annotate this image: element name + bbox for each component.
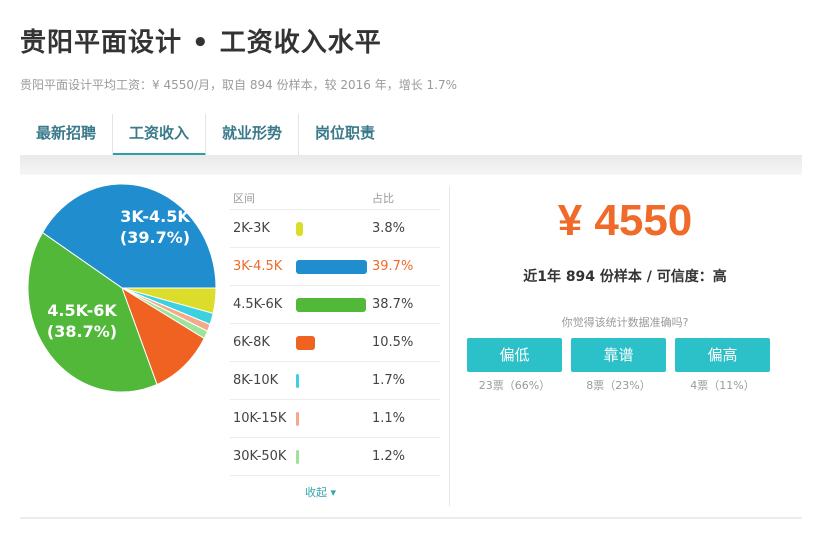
pie-label-pct: (38.7%) <box>46 322 118 341</box>
table-rows: 2K-3K 3.8% 3K-4.5K 39.7% 4.5K-6K 38.7% 6K-8K 10… <box>230 210 440 476</box>
average-salary: ¥ 4550 <box>557 196 693 245</box>
collapse-link[interactable]: 收起 ▾ <box>305 484 336 500</box>
vote-low: 偏低 23票（66%） <box>467 338 562 393</box>
vote-reliable-button[interactable]: 靠谱 <box>571 338 666 372</box>
table-row: 10K-15K 1.1% <box>230 400 440 438</box>
tab-latest-jobs[interactable]: 最新招聘 <box>20 114 114 156</box>
header-pct: 占比 <box>372 191 394 205</box>
row-bar-fill <box>296 259 368 274</box>
row-bar <box>292 259 370 274</box>
row-range: 30K-50K <box>233 449 287 464</box>
page-title: 贵阳平面设计 • 工资收入水平 <box>20 28 382 58</box>
row-bar <box>292 373 370 388</box>
tabs-underline-bar <box>20 155 802 175</box>
vote-high-button[interactable]: 偏高 <box>675 338 770 372</box>
row-bar <box>292 221 370 236</box>
row-pct: 1.1% <box>372 411 406 426</box>
row-pct: 1.7% <box>372 373 406 388</box>
accuracy-question: 你觉得该统计数据准确吗? <box>561 316 689 329</box>
row-range: 2K-3K <box>233 221 270 236</box>
table-header: 区间 占比 <box>230 186 440 210</box>
row-bar-fill <box>296 297 366 312</box>
row-pct: 3.8% <box>372 221 406 236</box>
row-bar <box>292 297 370 312</box>
row-pct: 38.7% <box>372 297 414 312</box>
row-pct: 39.7% <box>372 259 414 274</box>
vote-low-count: 23票（66%） <box>478 379 551 392</box>
vote-high: 偏高 4票（11%） <box>675 338 770 393</box>
pie-label-range: 4.5K-6K <box>47 301 117 320</box>
row-bar-fill <box>296 221 303 236</box>
table-row: 8K-10K 1.7% <box>230 362 440 400</box>
row-pct: 1.2% <box>372 449 406 464</box>
sample-info: 近1年 894 份样本 / 可信度：高 <box>523 269 727 285</box>
row-bar-fill <box>296 449 299 464</box>
row-range: 4.5K-6K <box>233 297 283 312</box>
row-bar-fill <box>296 411 299 426</box>
row-range: 3K-4.5K <box>233 259 283 274</box>
table-row: 30K-50K 1.2% <box>230 438 440 476</box>
row-bar <box>292 411 370 426</box>
pie-label-4.5k-6k: 4.5K-6K (38.7%) <box>32 300 132 342</box>
row-range: 8K-10K <box>233 373 279 388</box>
row-bar <box>292 335 370 350</box>
pie-label-range: 3K-4.5K <box>120 207 190 226</box>
salary-pie-chart: 3K-4.5K (39.7%) 4.5K-6K (38.7%) <box>27 182 228 393</box>
tab-employment[interactable]: 就业形势 <box>206 114 300 156</box>
row-bar-fill <box>296 373 300 388</box>
row-pct: 10.5% <box>372 335 414 350</box>
table-row: 6K-8K 10.5% <box>230 324 440 362</box>
tab-salary[interactable]: 工资收入 <box>113 114 207 156</box>
header-range: 区间 <box>233 191 255 205</box>
page-subtitle: 贵阳平面设计平均工资：¥ 4550/月，取自 894 份样本，较 2016 年，… <box>20 78 458 92</box>
row-range: 6K-8K <box>233 335 270 350</box>
table-row: 4.5K-6K 38.7% <box>230 286 440 324</box>
vote-low-button[interactable]: 偏低 <box>467 338 562 372</box>
row-bar <box>292 449 370 464</box>
salary-distribution-table: 区间 占比 2K-3K 3.8% 3K-4.5K 39.7% 4.5K-6K 38.7% 6… <box>230 186 440 476</box>
vote-reliable: 靠谱 8票（23%） <box>571 338 666 393</box>
tab-responsibilities[interactable]: 岗位职责 <box>299 114 391 156</box>
vote-high-count: 4票（11%） <box>690 379 755 392</box>
tab-bar: 最新招聘 工资收入 就业形势 岗位职责 <box>20 114 802 156</box>
pie-label-3k-4.5k: 3K-4.5K (39.7%) <box>100 206 210 248</box>
collapse-label: 收起 <box>305 486 327 499</box>
bottom-divider <box>20 517 802 519</box>
vote-reliable-count: 8票（23%） <box>586 379 651 392</box>
table-row: 2K-3K 3.8% <box>230 210 440 248</box>
pie-label-pct: (39.7%) <box>119 228 191 247</box>
chevron-down-icon: ▾ <box>330 486 337 499</box>
table-row: 3K-4.5K 39.7% <box>230 248 440 286</box>
row-bar-fill <box>296 335 315 350</box>
row-range: 10K-15K <box>233 411 287 426</box>
